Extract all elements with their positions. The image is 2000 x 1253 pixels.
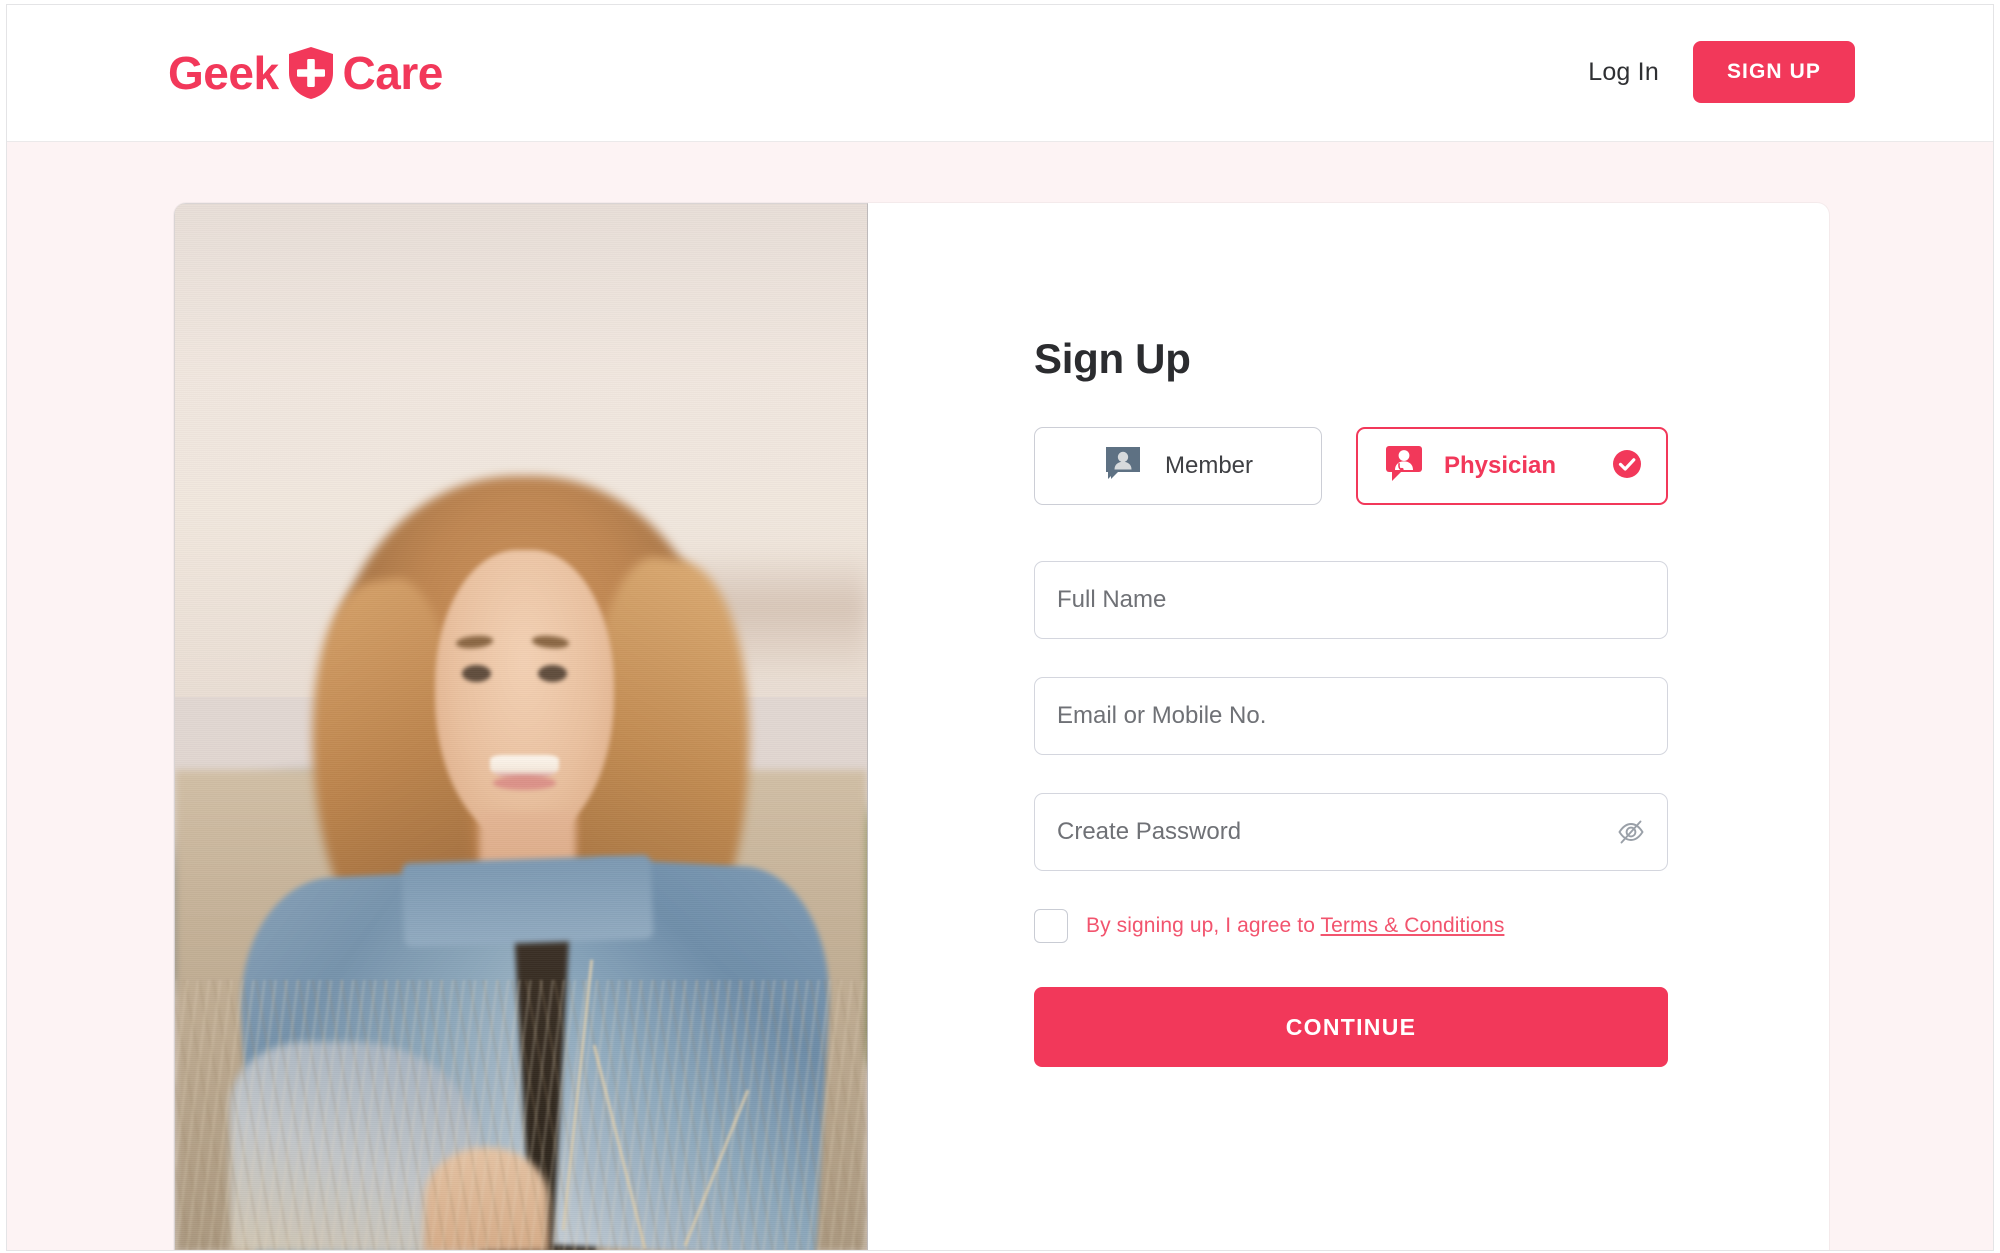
- app-window: Geek Care Log In SIGN UP Sign Up Member …: [6, 4, 1994, 1251]
- signup-form: Sign Up Member Physician Full Name Email…: [1034, 335, 1668, 1067]
- signup-button[interactable]: SIGN UP: [1692, 41, 1855, 103]
- full-name-field[interactable]: [1034, 561, 1668, 639]
- login-link[interactable]: Log In: [1588, 58, 1659, 87]
- photo-eye-left: [462, 665, 492, 682]
- role-selector: Member Physician: [1034, 427, 1668, 505]
- terms-text-wrap: By signing up, I agree to Terms & Condit…: [1086, 914, 1504, 938]
- role-option-member-label: Member: [1164, 452, 1254, 479]
- header-actions: Log In SIGN UP: [1588, 41, 1855, 103]
- role-option-physician[interactable]: Physician: [1356, 427, 1668, 505]
- email-or-mobile-field[interactable]: [1034, 677, 1668, 755]
- continue-button[interactable]: CONTINUE: [1034, 987, 1668, 1067]
- create-password-input[interactable]: [1035, 794, 1667, 870]
- check-circle-icon: [1612, 449, 1642, 484]
- photo-lip: [493, 776, 556, 790]
- photo-collar: [401, 854, 654, 948]
- photo-face: [434, 549, 615, 844]
- terms-checkbox[interactable]: [1034, 909, 1068, 943]
- terms-and-conditions-link[interactable]: Terms & Conditions: [1321, 914, 1505, 937]
- terms-text: By signing up, I agree to: [1086, 914, 1321, 937]
- signup-form-pane: Sign Up Member Physician Full Name Email…: [868, 203, 1829, 1250]
- page-title: Sign Up: [1034, 335, 1191, 382]
- brand-name-geek: Geek: [168, 47, 279, 99]
- shield-plus-icon: [285, 45, 337, 101]
- eye-off-icon[interactable]: [1615, 816, 1647, 848]
- doctor-chat-icon: [1384, 443, 1426, 490]
- create-password-field[interactable]: [1034, 793, 1668, 871]
- full-name-input[interactable]: [1035, 562, 1667, 638]
- photo-grass-blades: [175, 979, 867, 1250]
- photo-eye-right: [538, 665, 568, 682]
- site-header: Geek Care Log In SIGN UP: [7, 5, 1993, 142]
- terms-agreement-row: By signing up, I agree to Terms & Condit…: [1034, 909, 1668, 943]
- person-chat-icon: [1103, 444, 1143, 489]
- role-option-physician-label: Physician: [1444, 452, 1557, 479]
- brand-logo[interactable]: Geek Care: [168, 43, 443, 103]
- role-option-member[interactable]: Member: [1034, 427, 1322, 505]
- hero-photo: [174, 203, 868, 1250]
- brand-name-care: Care: [342, 47, 444, 99]
- email-or-mobile-input[interactable]: [1035, 678, 1667, 754]
- signup-card: Sign Up Member Physician Full Name Email…: [174, 203, 1829, 1250]
